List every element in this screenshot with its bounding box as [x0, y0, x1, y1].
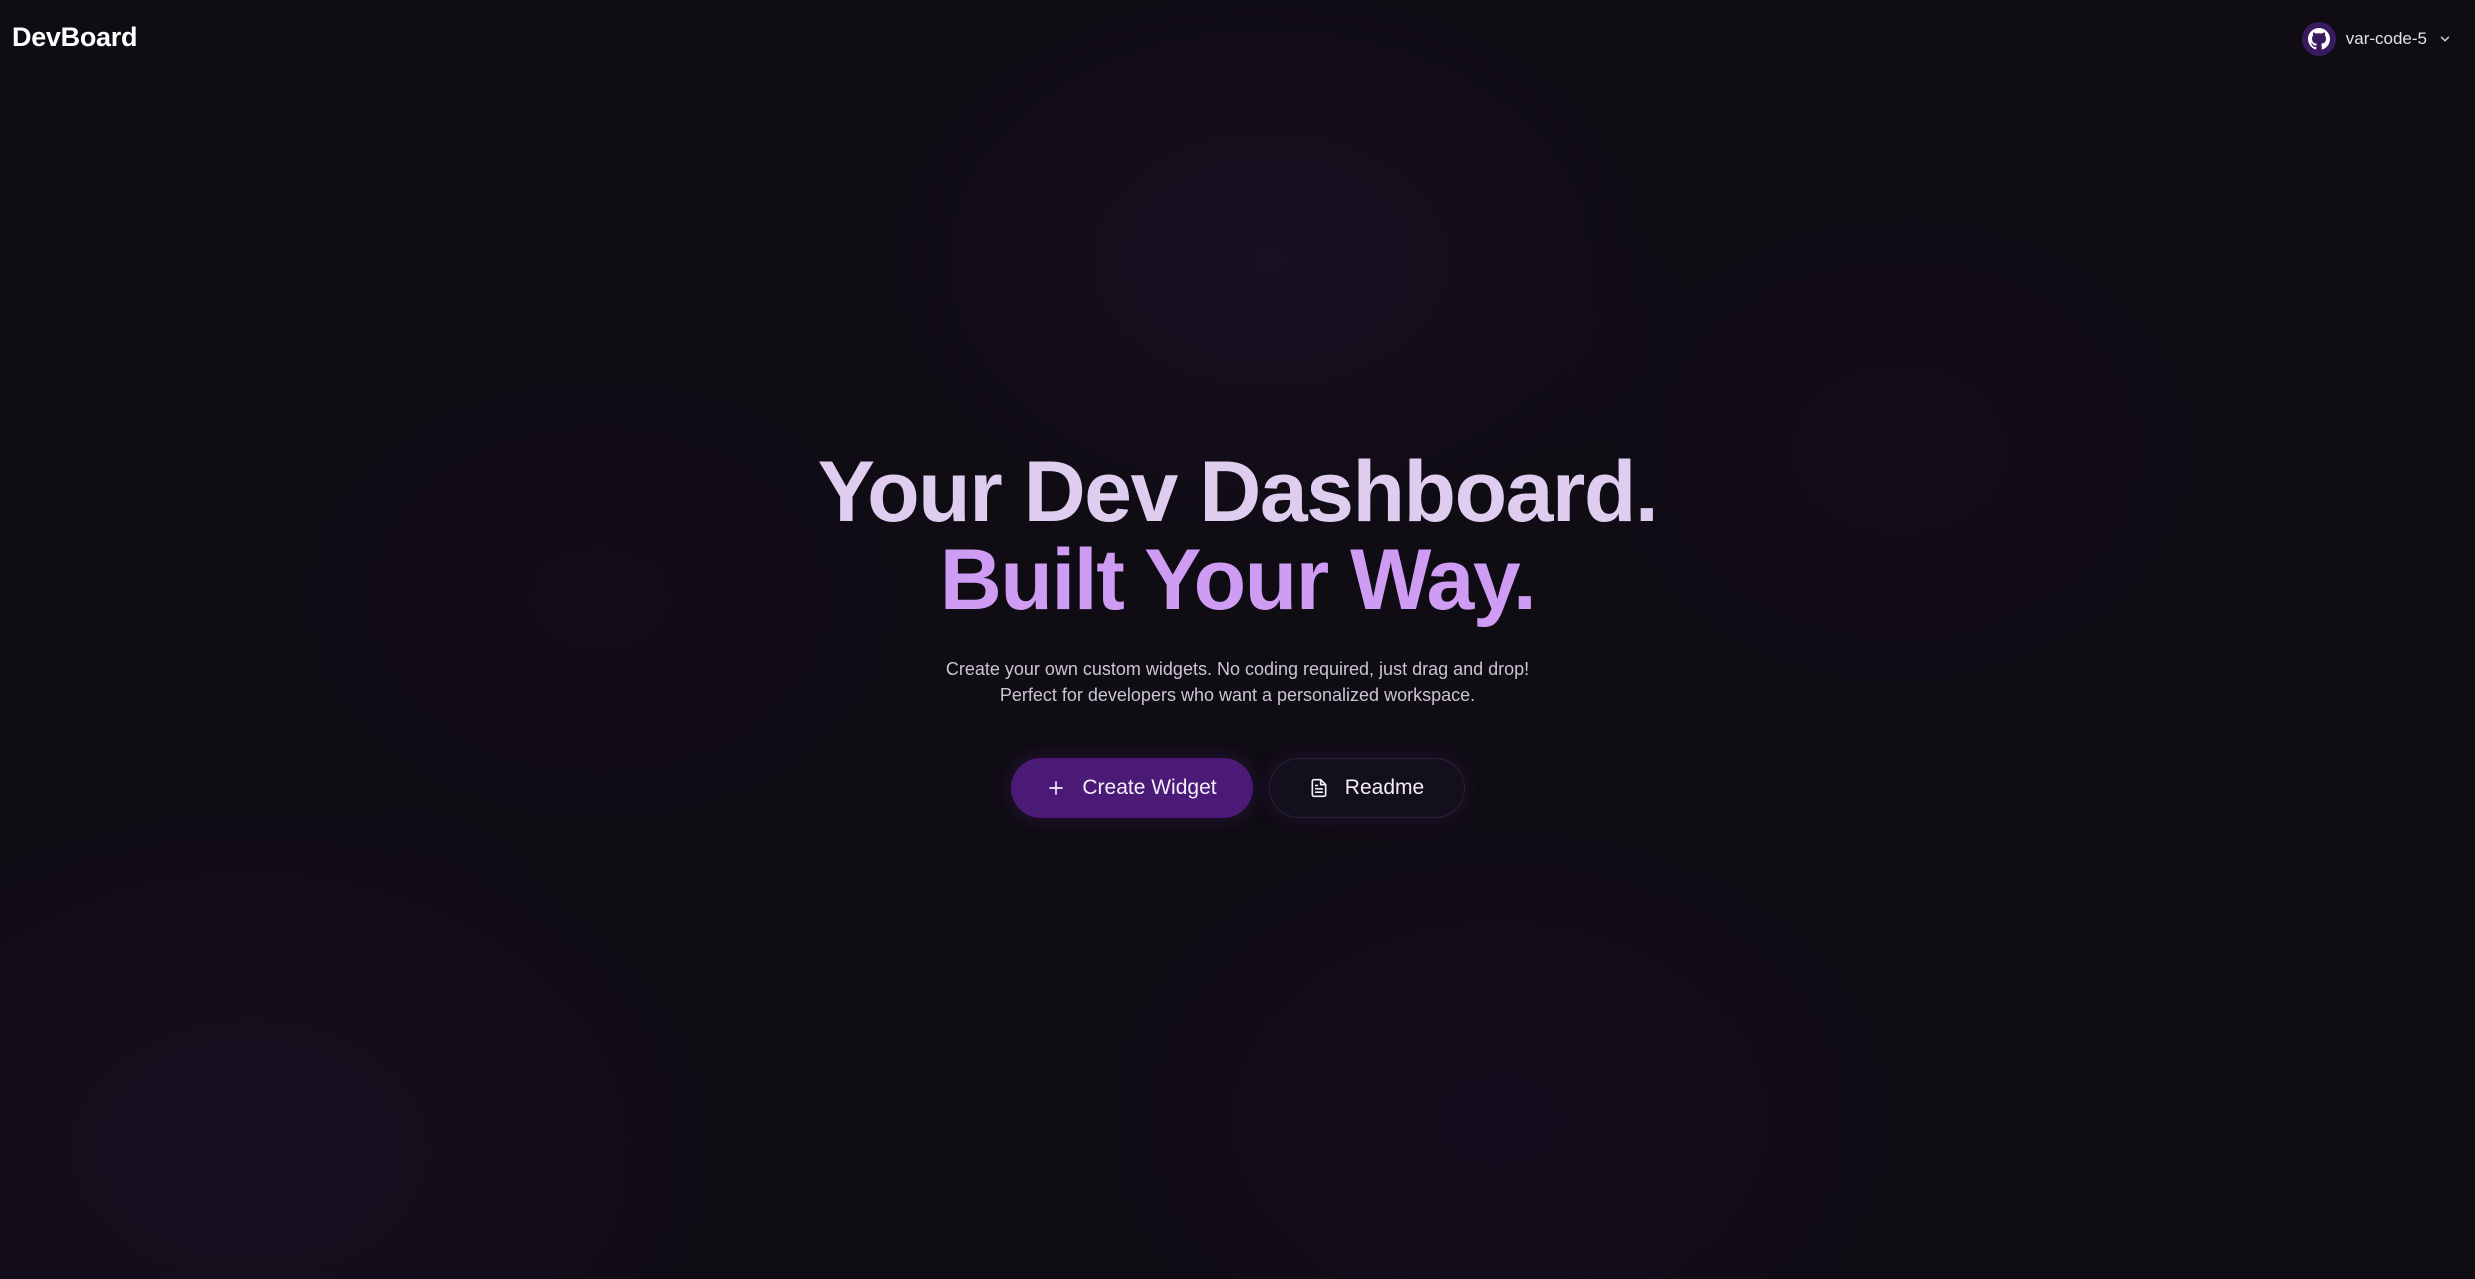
hero-subtitle: Create your own custom widgets. No codin…	[945, 659, 1530, 705]
document-icon	[1309, 778, 1329, 798]
headline-line-2: Built Your Way.	[939, 532, 1537, 628]
chevron-down-icon	[2437, 31, 2453, 47]
create-widget-label: Create Widget	[1082, 776, 1217, 799]
readme-label: Readme	[1344, 776, 1425, 799]
hero-actions: Create Widget Readme	[0, 758, 2475, 818]
user-menu[interactable]: var-code-5	[2301, 22, 2453, 56]
username-label: var-code-5	[2345, 29, 2427, 48]
plus-icon	[1046, 778, 1066, 798]
hero-section: Your Dev Dashboard. Built Your Way. Crea…	[0, 448, 2475, 818]
headline-line-1: Your Dev Dashboard.	[817, 444, 1659, 540]
top-bar: DevBoard var-code-5	[0, 0, 2475, 78]
readme-button[interactable]: Readme	[1268, 758, 1465, 818]
create-widget-button[interactable]: Create Widget	[1010, 758, 1253, 818]
github-icon	[2301, 22, 2336, 56]
hero-headline: Your Dev Dashboard. Built Your Way.	[0, 448, 2475, 624]
brand-logo[interactable]: DevBoard	[12, 22, 137, 53]
